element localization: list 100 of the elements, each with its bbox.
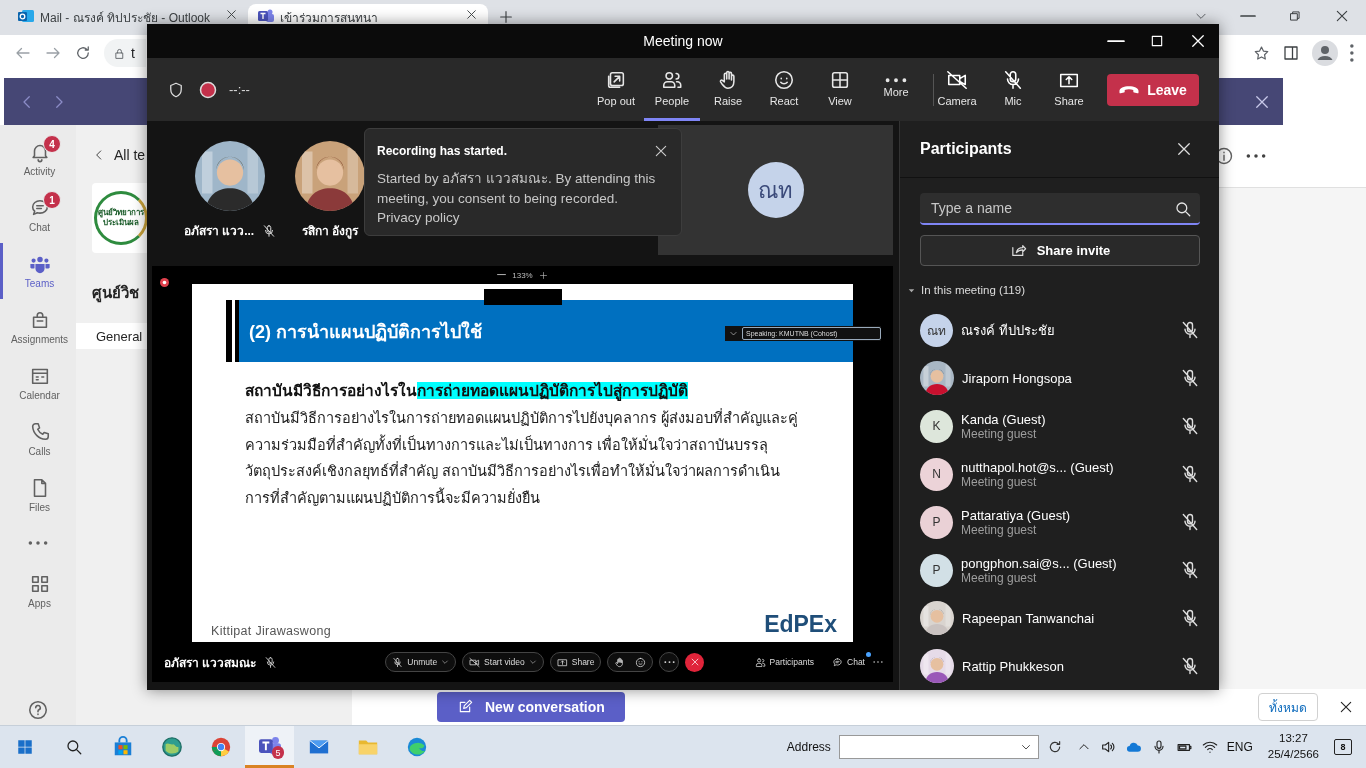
zoom-in-icon [538,270,548,280]
close-icon [465,8,478,21]
toast-message: Started by อภัสรา แววสมณะ. By attending this meeting, you consent to being recorded. [377,170,657,208]
shield-icon [167,80,185,99]
call-control-button[interactable]: Share [549,652,602,672]
privacy-link[interactable]: Privacy policy [377,210,669,226]
new-conversation-button[interactable]: New conversation [437,692,625,722]
more-icon [663,660,675,664]
browser-tab[interactable]: เข้าร่วมการสนทนา [248,4,488,24]
zoom-level: 133% [512,270,533,280]
participant-item[interactable]: P pongphon.sai@s... (Guest) Meeting guest [920,546,1200,594]
mic-off-icon [1002,69,1024,91]
participant-name: Rapeepan Tanwanchai [962,610,1096,626]
address-field[interactable] [838,735,1039,759]
tab-title: เข้าร่วมการสนทนา [280,10,379,27]
participant-name: ณรงค์ ทีปประชัย [961,321,1056,340]
address-field[interactable]: t [104,39,146,67]
more-icon [1246,154,1266,158]
call-control-button[interactable]: Start video [462,652,544,672]
panel-button[interactable]: Chat [832,656,865,668]
meeting-timer: --:-- [229,82,250,97]
speaker-icon [1099,739,1116,755]
notification-icon[interactable]: 8 [1334,739,1352,755]
participant-item[interactable]: K Kanda (Guest) Meeting guest [920,402,1200,450]
rail-item[interactable]: Apps [0,563,76,619]
end-call-button[interactable] [685,652,705,672]
search-field[interactable]: Type a name [920,193,1200,225]
participant-item[interactable]: Rapeepan Tanwanchai [920,594,1200,642]
browser-icon [405,736,428,758]
share-invite-button[interactable]: Share invite [920,235,1200,266]
browser-tab[interactable]: Mail - ณรงค์ ทิปประชัย - Outlook [8,4,248,24]
avatar: K [920,409,953,443]
slide-title: (2) การนำแผนปฏิบัติการไปใช้ [249,320,482,344]
language-indicator[interactable]: ENG [1226,740,1253,754]
participant-item[interactable]: N nutthapol.hot@s... (Guest) Meeting guest [920,450,1200,498]
reaction-controls[interactable] [607,652,654,672]
rail-item[interactable]: Assignments [0,299,76,355]
close-icon [1334,8,1350,24]
logo-text: ประเมินผล [103,218,139,228]
rail-item[interactable]: Activity 4 [0,131,76,187]
toolbar-button[interactable]: Raise [700,58,756,121]
toolbar-button[interactable]: View [812,58,868,121]
hand-icon [614,656,626,668]
participant-item[interactable]: Rattip Phukkeson [920,642,1200,690]
more-icon [885,77,907,83]
section-header[interactable]: In this meeting (119) [906,284,1200,296]
camera-off-icon [946,69,968,91]
globe-icon [160,736,183,758]
slide-paragraph: สถาบันมีวิธีการอย่างไรในการถ่ายทอดแผนปฏิบัติการไปยังบุคลากร ผู้ส่งมอบที่สำคัญและคู่ความร่วมมือที่สำคัญทั้งที่เป็นทางการและไม่เป็นทางการ เพื่อให้มั่นใจว่าสถาบันบรรลุวัตถุประสงค์เชิงกลยุทธ์ที่สำคัญ สถาบันมีวิธีการอย่างไรเพื่อทำให้มั่นใจว่าผลการดำเนินการที่สำคัญตามแผนปฏิบัติการนี้จะมีความยั่งยืน [245,407,800,508]
people-icon [661,69,683,91]
menu-icon [1350,44,1354,62]
minimize-icon [1240,15,1256,17]
close-icon [653,143,669,159]
start-icon [15,738,34,756]
toolbar-button[interactable]: People [644,58,700,121]
participant-role: Meeting guest [961,426,1037,441]
rail-item[interactable]: Calendar [0,355,76,411]
toolbar-button[interactable]: Share [1041,58,1097,121]
slide-author: Kittipat Jirawaswong [211,624,331,638]
unread-dot [866,651,871,657]
slide-heading: สถาบันมีวิธีการอย่างไรในการถ่ายทอดแผนปฏิบัติการไปสู่การปฏิบัติ [245,380,689,403]
search-icon [1174,200,1192,218]
close-icon [225,8,238,21]
banner-button[interactable]: ทั้งหมด [1258,693,1318,721]
taskbar-app[interactable]: 5 [245,726,294,768]
side-panel-icon [1282,44,1301,62]
back-link[interactable]: All te [114,147,146,163]
leave-button[interactable]: Leave [1107,73,1199,106]
toolbar-button[interactable]: React [756,58,812,121]
more-icon [28,541,48,545]
panel-button[interactable]: Participants [754,656,815,668]
rail-item[interactable]: Chat 1 [0,187,76,243]
profile-icon[interactable] [1312,40,1339,66]
participant-name: อภัสรา แวว... [183,223,255,240]
toolbar-button[interactable]: Pop out [588,58,644,121]
smile-icon [635,656,647,668]
avatar: P [920,505,953,539]
participant-role: Meeting guest [961,474,1037,489]
screen-share-icon [556,656,568,668]
star-icon [1253,44,1271,62]
logo-text: ศูนย์วิทยาการ [98,208,144,218]
rail-item[interactable]: Files [0,467,76,523]
channel-item[interactable]: General [76,323,150,349]
toolbar-button[interactable]: Camera [929,58,985,121]
participant-role: Meeting guest [961,522,1037,537]
participant-name: Jiraporn Hongsopa [962,370,1073,386]
toolbar-button[interactable]: Mic [985,58,1041,121]
call-control-button[interactable]: Unmute [385,652,457,672]
presenter-name: อภัสรา แววสมณะ [164,654,257,672]
clock[interactable]: 13:27 25/4/2566 [1267,731,1319,763]
more-button[interactable] [659,652,680,672]
toolbar-button[interactable]: More [868,58,924,121]
search-icon [64,738,83,756]
participant-item[interactable]: P Pattaratiya (Guest) Meeting guest [920,498,1200,546]
mic-off-icon [392,656,404,668]
grid-icon [829,69,851,91]
window-title: Meeting now [643,33,723,49]
participant-item[interactable]: ณท ณรงค์ ทีปประชัย [920,306,1200,354]
rail-item[interactable]: Calls [0,411,76,467]
participant-item[interactable]: Jiraporn Hongsopa [920,354,1200,402]
